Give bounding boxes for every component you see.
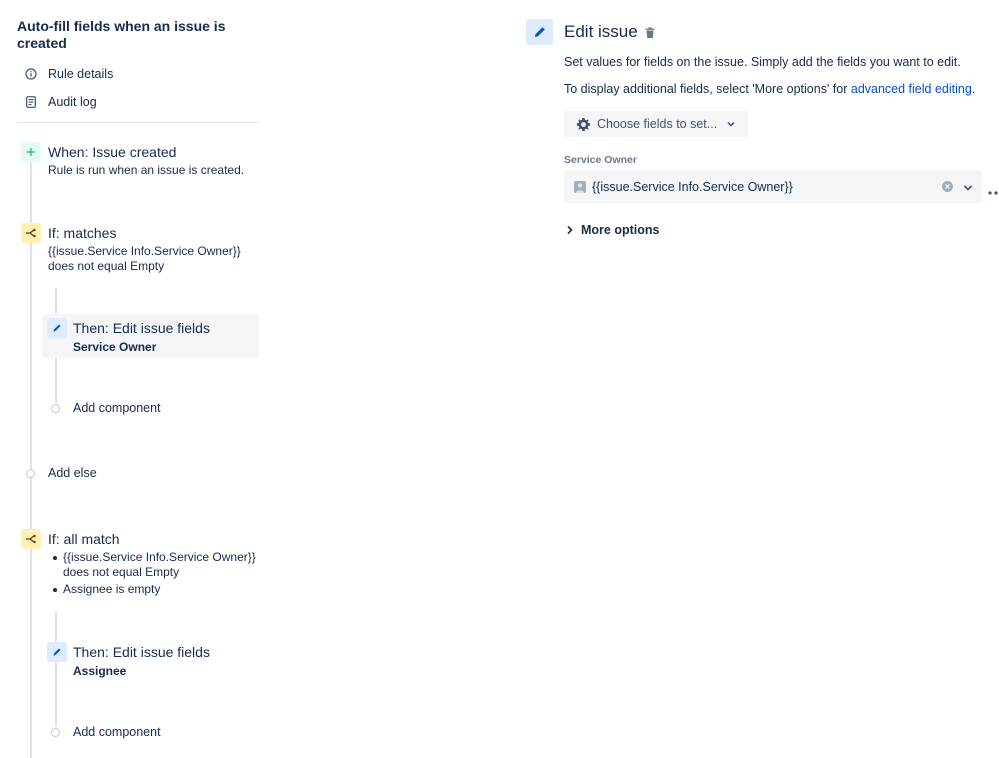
add-else-label: Add else	[48, 466, 97, 480]
flow-line-main	[30, 162, 32, 758]
add-else[interactable]: Add else	[26, 466, 97, 480]
add-dot-icon	[51, 727, 60, 737]
choose-fields-button[interactable]: Choose fields to set...	[564, 111, 748, 137]
info-icon	[24, 67, 38, 81]
edit-description-1: Set values for fields on the issue. Simp…	[564, 55, 961, 69]
pencil-icon	[47, 642, 67, 662]
condition-2-title[interactable]: If: all match	[48, 531, 120, 548]
flow-line-branch-2	[55, 612, 57, 727]
nav-audit-log[interactable]: Audit log	[24, 92, 97, 112]
condition-branch-icon	[21, 529, 41, 549]
pencil-icon	[47, 318, 67, 338]
edit-description-2: To display additional fields, select 'Mo…	[564, 82, 975, 96]
advanced-field-editing-link[interactable]: advanced field editing	[851, 82, 972, 96]
choose-fields-label: Choose fields to set...	[597, 117, 718, 131]
service-owner-label: Service Owner	[564, 154, 637, 166]
action-1-field: Service Owner	[73, 340, 157, 354]
more-options-label: More options	[581, 223, 660, 237]
rule-title: Auto-fill fields when an issue is create…	[17, 18, 226, 51]
add-dot-icon	[51, 403, 60, 413]
add-component-2[interactable]: Add component	[51, 725, 161, 739]
gear-icon	[576, 117, 591, 132]
add-component-1[interactable]: Add component	[51, 401, 161, 415]
condition-1-line1: {{issue.Service Info.Service Owner}}	[48, 244, 241, 258]
rule-sidebar: Auto-fill fields when an issue is create…	[0, 0, 270, 758]
condition-2-bullet-2-line1: Assignee is empty	[63, 582, 161, 596]
edit-description-2-suffix: .	[971, 82, 976, 96]
chevron-down-icon[interactable]	[962, 181, 974, 199]
service-owner-field[interactable]: {{issue.Service Info.Service Owner}}	[564, 170, 982, 203]
edit-issue-title: Edit issue	[564, 22, 638, 41]
edit-issue-pencil-icon	[526, 19, 553, 45]
sidebar-divider	[17, 122, 259, 123]
edit-description-2-text: To display additional fields, select 'Mo…	[564, 82, 851, 96]
trigger-subtitle: Rule is run when an issue is created.	[48, 163, 245, 177]
action-1-title[interactable]: Then: Edit issue fields	[73, 320, 210, 337]
action-2-title[interactable]: Then: Edit issue fields	[73, 644, 210, 661]
action-2-field: Assignee	[73, 664, 127, 678]
condition-1-title[interactable]: If: matches	[48, 225, 116, 242]
nav-audit-log-label: Audit log	[48, 95, 97, 109]
add-dot-icon	[26, 468, 35, 478]
clear-icon[interactable]	[942, 181, 953, 192]
nav-rule-details-label: Rule details	[48, 67, 114, 81]
audit-log-icon	[24, 95, 38, 109]
condition-2-bullets: {{issue.Service Info.Service Owner}} doe…	[53, 550, 256, 597]
user-avatar-icon	[574, 180, 586, 193]
chevron-right-icon	[566, 225, 574, 235]
condition-2-bullet-2: Assignee is empty	[53, 582, 256, 597]
condition-1-line2: does not equal Empty	[48, 259, 165, 273]
condition-branch-icon	[21, 223, 41, 243]
add-component-2-label: Add component	[73, 725, 161, 739]
trigger-icon	[21, 142, 41, 162]
trigger-title[interactable]: When: Issue created	[48, 144, 176, 161]
add-component-1-label: Add component	[73, 401, 161, 415]
chevron-down-icon	[726, 119, 736, 129]
condition-2-bullet-1-line2: does not equal Empty	[63, 565, 180, 579]
more-actions-icon[interactable]	[988, 182, 999, 200]
trash-icon[interactable]	[645, 26, 655, 44]
condition-2-bullet-1-line1: {{issue.Service Info.Service Owner}}	[63, 550, 256, 564]
condition-2-bullet-1: {{issue.Service Info.Service Owner}} doe…	[53, 550, 256, 580]
more-options-toggle[interactable]: More options	[566, 223, 659, 237]
service-owner-value: {{issue.Service Info.Service Owner}}	[592, 179, 793, 194]
nav-rule-details[interactable]: Rule details	[24, 64, 113, 84]
